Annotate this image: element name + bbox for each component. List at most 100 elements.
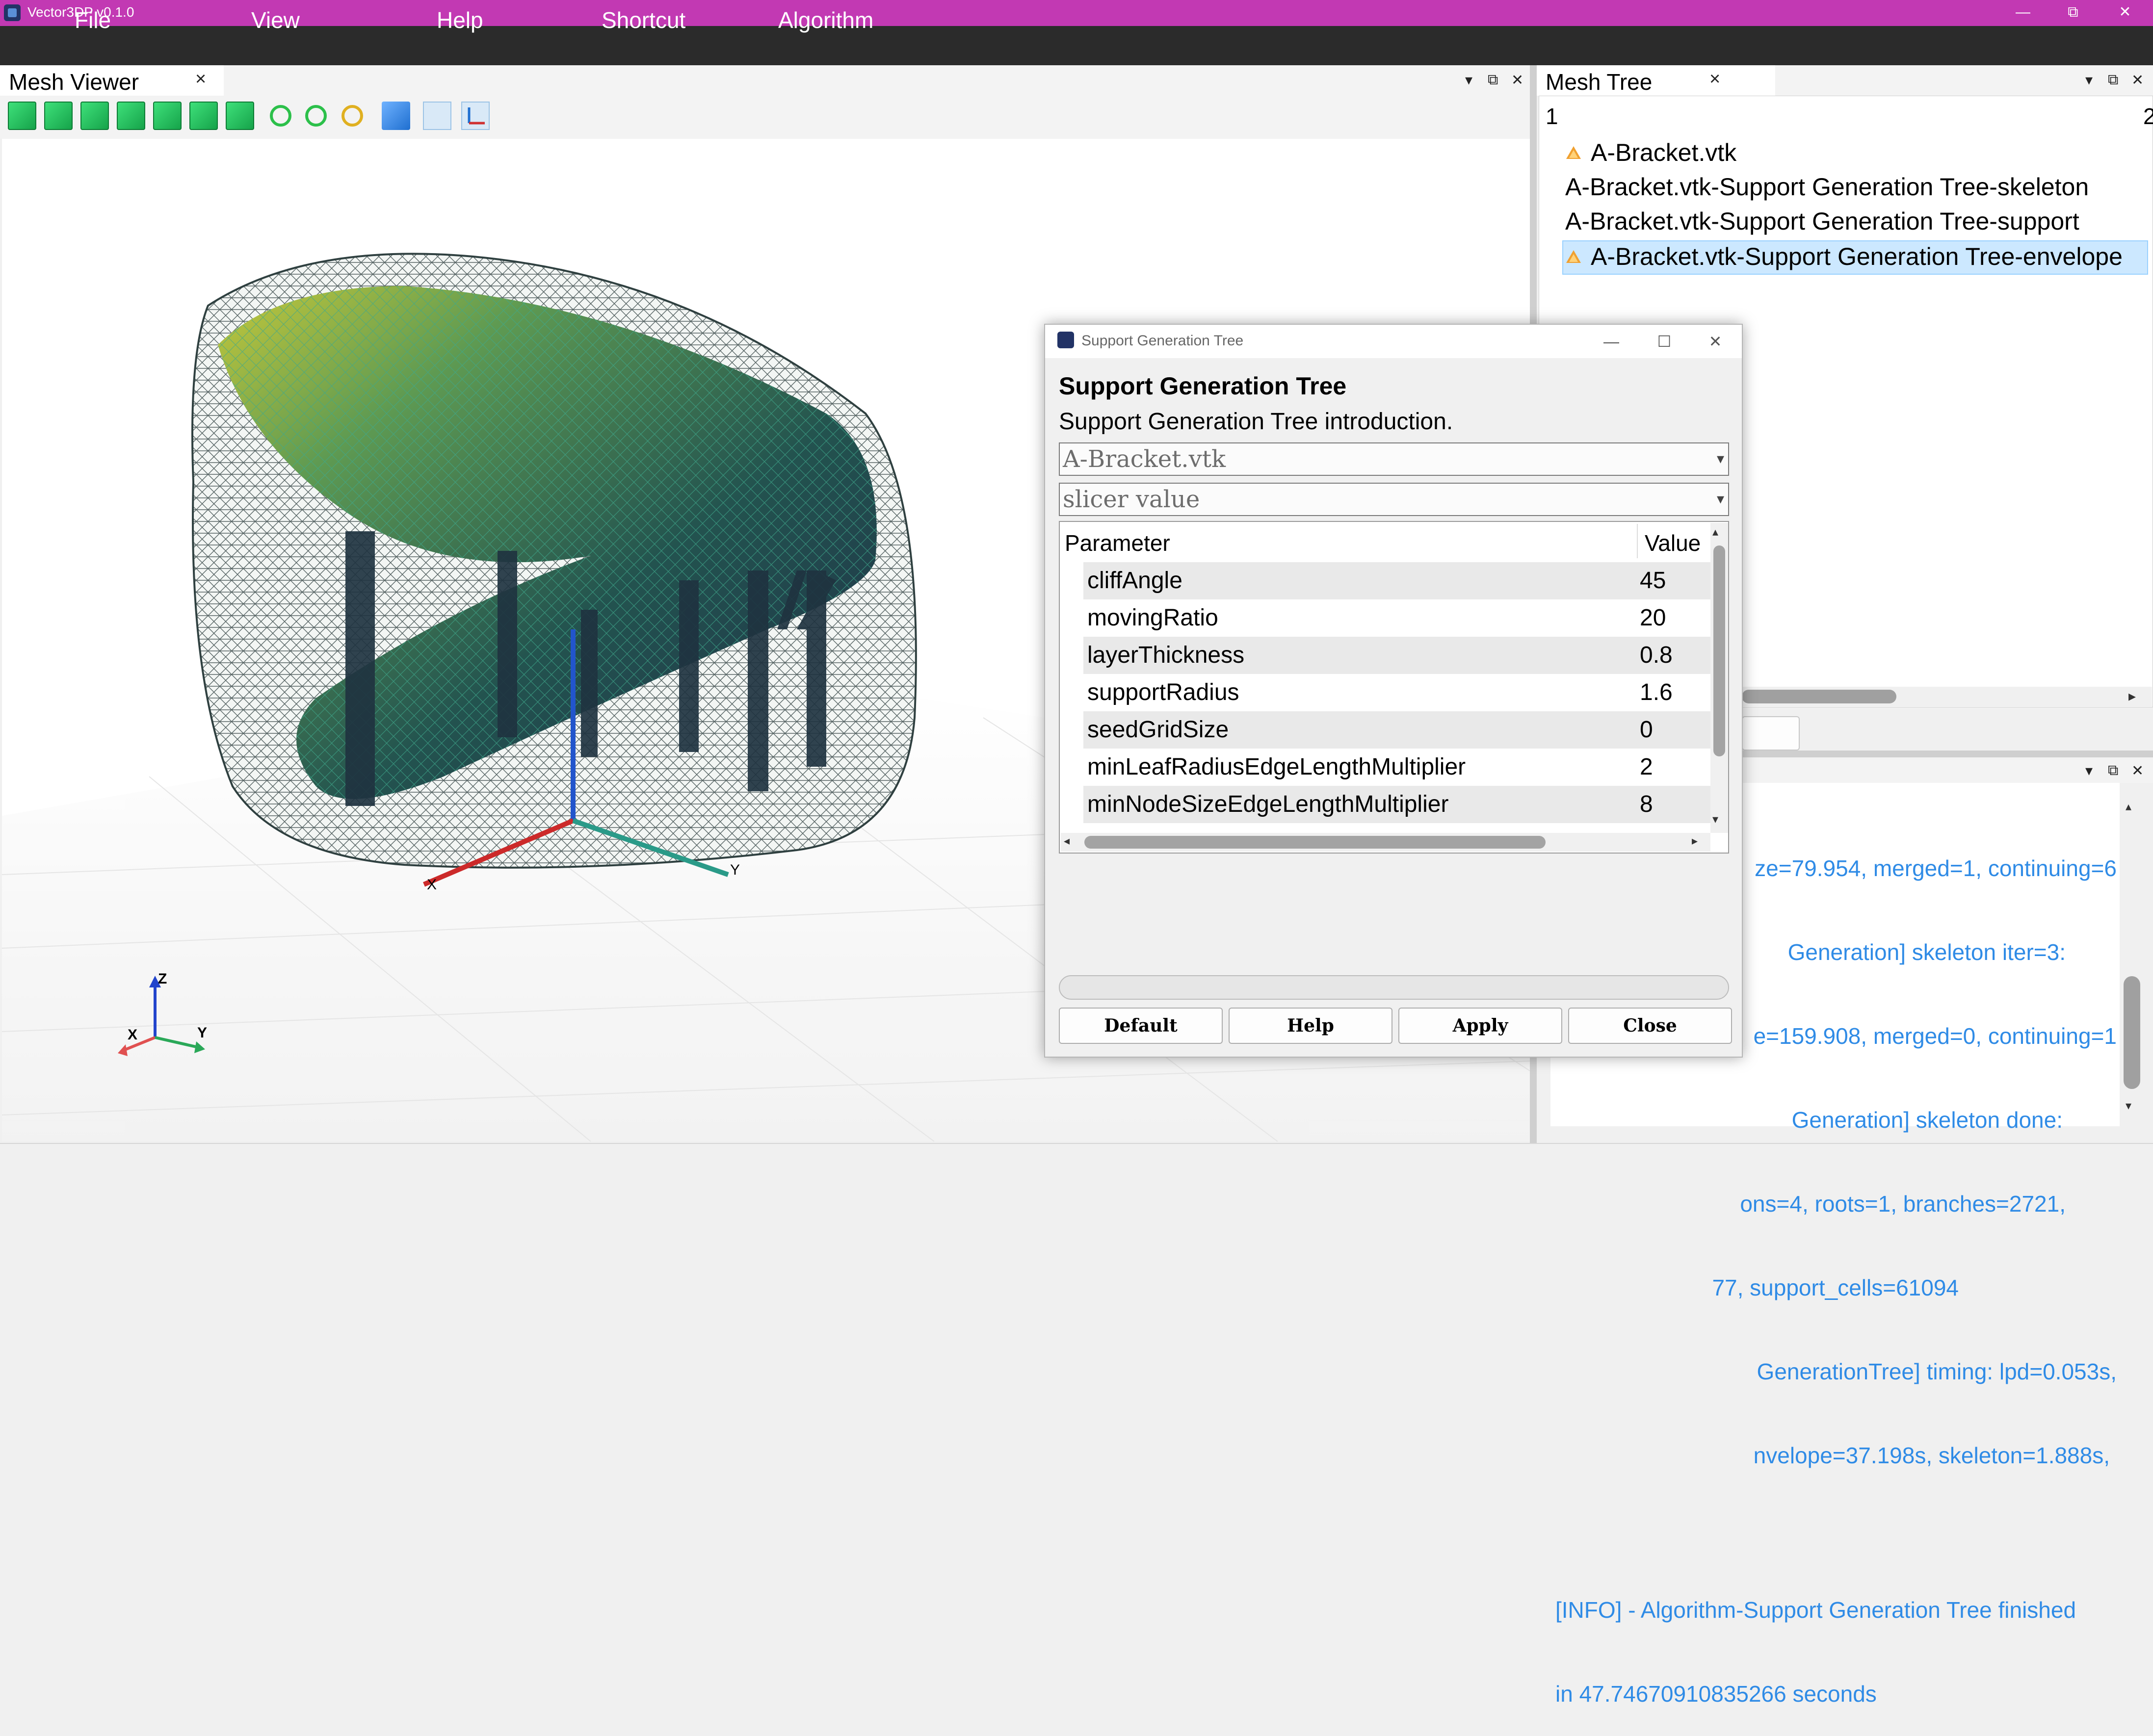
log-line: in 47.74670910835266 seconds — [1555, 1681, 1877, 1707]
tree-item[interactable]: A-Bracket.vtk — [1591, 138, 1736, 167]
zoom-out-icon[interactable] — [305, 105, 327, 127]
view-right-icon[interactable] — [117, 102, 145, 130]
param-value[interactable]: 0 — [1640, 716, 1653, 743]
column-header-value[interactable]: Value — [1645, 530, 1701, 556]
param-name: supportRadius — [1087, 679, 1239, 705]
param-name: minLeafRadiusEdgeLengthMultiplier — [1087, 754, 1466, 780]
log-line: nvelope=37.198s, skeleton=1.888s, — [1753, 1443, 2110, 1468]
orient-y-label: Y — [197, 1025, 207, 1041]
param-value[interactable]: 8 — [1640, 791, 1653, 818]
tree-header-col1: 1 — [1546, 104, 1558, 129]
log-dock-menu-icon[interactable]: ▾ — [2085, 762, 2093, 779]
view-top-icon[interactable] — [153, 102, 182, 130]
param-value[interactable]: 45 — [1640, 567, 1666, 594]
close-window-button[interactable]: ✕ — [2098, 0, 2152, 26]
tree-item[interactable]: A-Bracket.vtk-Support Generation Tree-su… — [1565, 207, 2079, 235]
cube-icon[interactable] — [382, 102, 410, 130]
dialog-close-button[interactable]: ✕ — [1696, 327, 1735, 356]
tree-header-col2: 2 — [2143, 104, 2153, 129]
scroll-up-icon[interactable]: ▴ — [2126, 800, 2131, 814]
table-scroll-thumb[interactable] — [1713, 545, 1725, 756]
restore-button[interactable]: ⧉ — [2046, 0, 2100, 26]
view-back-icon[interactable] — [44, 102, 73, 130]
tree-dock-float-icon[interactable]: ⧉ — [2108, 72, 2118, 88]
view-iso-icon[interactable] — [226, 102, 254, 130]
minimize-button[interactable]: — — [1996, 0, 2050, 26]
column-separator — [1637, 524, 1638, 558]
log-scroll-thumb[interactable] — [2124, 976, 2140, 1089]
scene-y-label: Y — [730, 862, 740, 878]
zoom-in-icon[interactable] — [270, 105, 291, 127]
param-name: layerThickness — [1087, 642, 1245, 668]
scroll-left-icon[interactable]: ◂ — [1064, 834, 1070, 848]
viewer-dock-close-icon[interactable]: ✕ — [1511, 72, 1523, 89]
mesh-viewer-tab-label: Mesh Viewer — [9, 69, 139, 95]
dialog-maximize-button[interactable]: ☐ — [1645, 327, 1684, 356]
orient-z-label: Z — [158, 971, 167, 987]
help-button[interactable]: Help — [1229, 1008, 1392, 1044]
scroll-right-icon[interactable]: ▸ — [2128, 688, 2136, 705]
mesh-node-icon — [1566, 250, 1581, 263]
menu-algorithm[interactable]: Algorithm — [778, 7, 873, 33]
menu-file[interactable]: File — [75, 7, 111, 33]
tree-item-selected[interactable]: A-Bracket.vtk-Support Generation Tree-en… — [1591, 242, 2123, 271]
mesh-tree-tab-label: Mesh Tree — [1546, 69, 1653, 95]
view-left-icon[interactable] — [80, 102, 109, 130]
viewer-dock-menu-icon[interactable]: ▾ — [1465, 72, 1472, 89]
column-header-parameter[interactable]: Parameter — [1065, 530, 1170, 556]
view-front-icon[interactable] — [8, 102, 36, 130]
param-value[interactable]: 1.6 — [1640, 679, 1673, 706]
mesh-tree-close-icon[interactable]: × — [1709, 69, 1720, 90]
viewer-dock-float-icon[interactable]: ⧉ — [1488, 72, 1498, 88]
progress-bar — [1059, 975, 1729, 1000]
dialog-app-icon — [1057, 332, 1074, 348]
param-name: cliffAngle — [1087, 568, 1182, 594]
dialog-minimize-button[interactable]: — — [1592, 327, 1631, 356]
app-logo-icon — [4, 4, 21, 21]
log-dock-float-icon[interactable]: ⧉ — [2108, 762, 2118, 779]
scroll-down-icon[interactable]: ▾ — [2126, 1099, 2131, 1113]
tree-dock-close-icon[interactable]: ✕ — [2131, 72, 2144, 89]
scene-x-label: X — [427, 877, 437, 893]
log-line: [INFO] - Algorithm-Support Generation Tr… — [1555, 1597, 2076, 1623]
table-hscroll-thumb[interactable] — [1084, 836, 1546, 849]
tree-scroll-thumb[interactable] — [1742, 690, 1896, 703]
tree-dock-menu-icon[interactable]: ▾ — [2085, 72, 2093, 89]
scroll-up-icon[interactable]: ▴ — [1712, 525, 1718, 539]
menu-shortcut[interactable]: Shortcut — [602, 7, 685, 33]
zoom-fit-icon[interactable] — [341, 105, 363, 127]
log-dock-close-icon[interactable]: ✕ — [2131, 762, 2144, 779]
log-line: ons=4, roots=1, branches=2721, — [1740, 1191, 2066, 1217]
mesh-select-value: A-Bracket.vtk — [1063, 445, 1226, 473]
chevron-down-icon: ▾ — [1716, 491, 1724, 507]
param-value[interactable]: 0.8 — [1640, 642, 1673, 669]
menu-view[interactable]: View — [251, 7, 300, 33]
mesh-viewer-close-icon[interactable]: × — [195, 69, 206, 90]
menu-bar — [0, 26, 2153, 65]
scroll-down-icon[interactable]: ▾ — [1712, 812, 1718, 827]
orient-x-label: X — [128, 1027, 137, 1043]
menu-help[interactable]: Help — [437, 7, 483, 33]
slicer-select[interactable]: slicer value ▾ — [1059, 483, 1729, 516]
log-line: Generation] skeleton done: — [1791, 1107, 2063, 1133]
param-name: movingRatio — [1087, 605, 1218, 631]
param-name: minNodeSizeEdgeLengthMultiplier — [1087, 791, 1449, 817]
param-value[interactable]: 20 — [1640, 604, 1666, 631]
axes-icon[interactable] — [461, 102, 490, 130]
default-button[interactable]: Default — [1059, 1008, 1223, 1044]
mesh-node-icon — [1566, 146, 1581, 159]
close-button[interactable]: Close — [1568, 1008, 1732, 1044]
view-bottom-icon[interactable] — [189, 102, 218, 130]
log-line: 77, support_cells=61094 — [1712, 1275, 1959, 1300]
scroll-right-icon[interactable]: ▸ — [1692, 834, 1698, 848]
dialog-intro: Support Generation Tree introduction. — [1059, 409, 1453, 435]
param-name: seedGridSize — [1087, 717, 1229, 743]
dialog-heading: Support Generation Tree — [1059, 372, 1347, 400]
apply-button[interactable]: Apply — [1398, 1008, 1562, 1044]
clip-plane-icon[interactable] — [423, 102, 451, 130]
mesh-select[interactable]: A-Bracket.vtk ▾ — [1059, 442, 1729, 476]
tree-item[interactable]: A-Bracket.vtk-Support Generation Tree-sk… — [1565, 173, 2089, 201]
param-value[interactable]: 2 — [1640, 753, 1653, 780]
tree-action-button[interactable] — [1742, 716, 1800, 751]
